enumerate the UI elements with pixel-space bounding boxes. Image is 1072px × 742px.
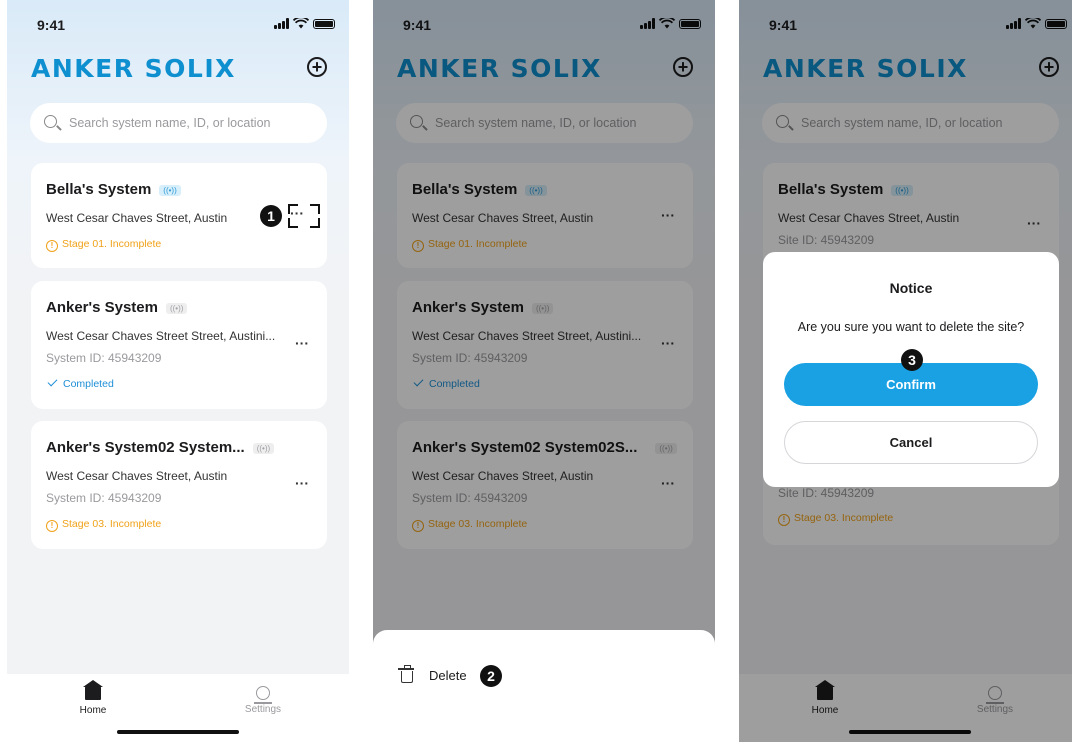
add-system-button[interactable]: + xyxy=(307,57,327,77)
system-name-row: Bella's System ((•)) xyxy=(46,181,181,198)
screen-home-list: 9:41 ANKER SOLIX + Search system name, I… xyxy=(7,0,349,742)
action-sheet: Delete 2 xyxy=(373,630,715,742)
tab-bar: Home Settings xyxy=(7,674,349,742)
system-card[interactable]: Anker's System02 System... ((•)) West Ces… xyxy=(31,421,327,549)
tab-settings-label: Settings xyxy=(244,704,282,715)
cancel-button[interactable]: Cancel xyxy=(784,421,1038,464)
home-icon xyxy=(83,680,103,700)
system-name: Bella's System xyxy=(46,181,152,198)
step-badge-2: 2 xyxy=(480,665,502,687)
tab-settings[interactable]: Settings xyxy=(223,686,303,715)
search-placeholder: Search system name, ID, or location xyxy=(69,116,271,130)
screen-action-sheet: 9:41 ANKER SOLIX + Search system name, I… xyxy=(373,0,715,742)
system-address: West Cesar Chaves Street, Austin xyxy=(46,469,228,483)
system-name-row: Anker's System ((•)) xyxy=(46,299,188,316)
system-id: System ID: 45943209 xyxy=(46,491,162,505)
signal-tag-icon: ((•)) xyxy=(252,442,275,454)
settings-icon xyxy=(254,686,272,704)
more-options-button[interactable]: ··· xyxy=(295,335,309,351)
cellular-signal-icon xyxy=(274,18,289,29)
status-time: 9:41 xyxy=(37,17,66,33)
system-id: System ID: 45943209 xyxy=(46,351,162,365)
system-status-text: Stage 03. Incomplete xyxy=(62,518,162,530)
battery-icon xyxy=(313,18,335,29)
delete-option[interactable]: Delete xyxy=(429,668,467,683)
system-status: ! Stage 03. Incomplete xyxy=(46,518,161,532)
more-options-button[interactable]: ··· xyxy=(295,475,309,491)
system-card[interactable]: Anker's System ((•)) West Cesar Chaves St… xyxy=(31,281,327,409)
trash-icon xyxy=(398,665,414,683)
notice-dialog: Notice Are you sure you want to delete t… xyxy=(763,252,1059,487)
highlight-box xyxy=(288,204,320,228)
tab-home[interactable]: Home xyxy=(53,680,133,716)
signal-tag-icon: ((•)) xyxy=(165,302,188,314)
screen-confirm-dialog: 9:41 ANKER SOLIX + Search system name, I… xyxy=(739,0,1072,742)
dialog-title: Notice xyxy=(889,280,933,296)
tab-home-label: Home xyxy=(79,705,107,716)
signal-tag-icon: ((•)) xyxy=(159,184,181,196)
system-status: ! Stage 01. Incomplete xyxy=(46,238,161,252)
system-status: Completed xyxy=(46,376,114,390)
system-name: Anker's System02 System... xyxy=(46,439,245,456)
app-logo: ANKER SOLIX xyxy=(31,54,236,83)
step-badge-3: 3 xyxy=(901,349,923,371)
system-status-text: Completed xyxy=(63,378,114,390)
system-name: Anker's System xyxy=(46,299,158,316)
system-name-row: Anker's System02 System... ((•)) xyxy=(46,439,275,456)
system-address: West Cesar Chaves Street, Austin xyxy=(46,211,228,225)
system-status-text: Stage 01. Incomplete xyxy=(62,238,162,250)
system-card[interactable]: Bella's System ((•)) West Cesar Chaves St… xyxy=(31,163,327,268)
search-icon xyxy=(44,115,57,128)
home-indicator xyxy=(117,730,239,734)
warning-icon: ! xyxy=(46,240,58,252)
search-input[interactable]: Search system name, ID, or location xyxy=(30,103,327,143)
system-address: West Cesar Chaves Street Street, Austini… xyxy=(46,329,276,343)
dialog-message: Are you sure you want to delete the site… xyxy=(797,320,1025,334)
step-badge-1: 1 xyxy=(260,205,282,227)
wifi-icon xyxy=(293,18,309,29)
check-icon xyxy=(47,376,58,387)
status-bar: 9:41 xyxy=(7,14,349,34)
warning-icon: ! xyxy=(46,520,58,532)
